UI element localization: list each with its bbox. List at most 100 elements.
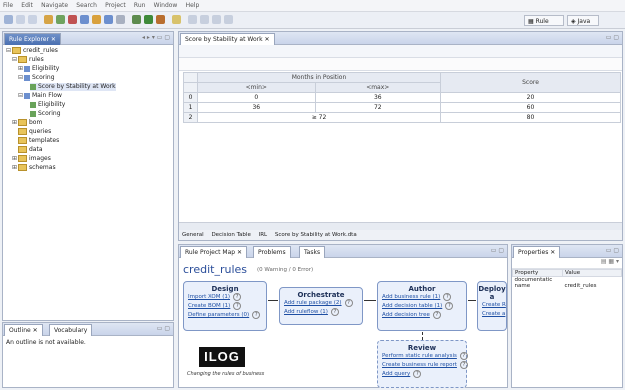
tab-rule-project-map[interactable]: Rule Project Map ✕	[180, 246, 248, 258]
table-cell[interactable]: 60	[440, 102, 621, 113]
property-value[interactable]: credit_rules	[563, 283, 622, 289]
help-icon[interactable]: ?	[459, 352, 468, 360]
tree-item-eligibility[interactable]: ⊞ Eligibility	[18, 65, 59, 73]
open-icon[interactable]	[44, 15, 53, 24]
tree-item-data[interactable]: data	[18, 146, 43, 154]
tree-item-scoring[interactable]: ⊟ Scoring	[18, 74, 55, 82]
table-row[interactable]: name credit_rules	[513, 283, 622, 289]
tab-vocabulary[interactable]: Vocabulary	[49, 324, 93, 336]
tab-score-by-stability[interactable]: Score by Stability at Work ✕	[180, 33, 275, 45]
view-controls[interactable]: ▭ ▢	[606, 34, 619, 41]
business-rule-report-link[interactable]: Create business rule report?	[378, 361, 468, 370]
column-group-header[interactable]: Months in Position	[197, 72, 441, 83]
table-cell[interactable]: 36	[314, 92, 442, 103]
flow-icon[interactable]	[92, 15, 101, 24]
tree-item-templates[interactable]: templates	[18, 137, 59, 145]
table-icon[interactable]	[68, 15, 77, 24]
define-parameters-link[interactable]: Define parameters (0)?	[184, 311, 266, 320]
score-column-header[interactable]: Score	[440, 72, 621, 93]
tab-problems[interactable]: Problems	[253, 246, 291, 258]
rule-icon[interactable]	[56, 15, 65, 24]
static-analysis-link[interactable]: Perform static rule analysis?	[378, 352, 468, 361]
help-icon[interactable]: ?	[330, 308, 339, 316]
help-icon[interactable]: ?	[445, 302, 454, 310]
table-cell[interactable]: 36	[197, 102, 316, 113]
table-row[interactable]: 1 36 72 60	[183, 102, 621, 113]
tree-icon[interactable]	[80, 15, 89, 24]
back-icon[interactable]	[212, 15, 221, 24]
tab-decision-table[interactable]: Decision Table	[208, 232, 253, 238]
save-icon[interactable]	[16, 15, 25, 24]
help-icon[interactable]: ?	[443, 293, 452, 301]
tree-item-images[interactable]: ⊞ images	[12, 155, 51, 163]
table-row[interactable]: 2 ≥ 72 80	[183, 112, 621, 123]
print-icon[interactable]	[28, 15, 37, 24]
add-decision-table-link[interactable]: Add decision table (1)?	[378, 302, 466, 311]
create-ruleapp-link[interactable]: Create R	[478, 301, 506, 310]
java-perspective-button[interactable]: ◈ Java	[567, 15, 599, 26]
help-icon[interactable]: ?	[233, 302, 242, 310]
help-icon[interactable]: ?	[432, 311, 441, 319]
view-controls[interactable]: ▭ ▢	[606, 247, 619, 254]
add-rule-package-link[interactable]: Add rule package (2)?	[280, 299, 362, 308]
tree-item-bom[interactable]: ⊞ bom	[12, 119, 42, 127]
add-decision-tree-link[interactable]: Add decision tree?	[378, 311, 466, 320]
menu-search[interactable]: Search	[73, 0, 100, 9]
min-column-header[interactable]: <min>	[197, 82, 316, 93]
debug-icon[interactable]	[132, 15, 141, 24]
help-icon[interactable]: ?	[233, 293, 242, 301]
tab-rule-explorer[interactable]: Rule Explorer ✕	[4, 33, 61, 45]
add-ruleflow-link[interactable]: Add ruleflow (1)?	[280, 308, 362, 317]
create-bom-link[interactable]: Create BOM (1)?	[184, 302, 266, 311]
edit-icon[interactable]	[172, 15, 181, 24]
tab-general[interactable]: General	[179, 232, 207, 238]
tab-irl[interactable]: IRL	[256, 232, 271, 238]
tree-item-main-flow[interactable]: ⊟ Main Flow	[18, 92, 62, 100]
help-icon[interactable]: ?	[459, 361, 468, 369]
tree-item-score-by-stability[interactable]: Score by Stability at Work	[30, 83, 116, 91]
tab-properties[interactable]: Properties ✕	[513, 246, 561, 258]
help-icon[interactable]: ?	[344, 299, 353, 307]
menu-project[interactable]: Project	[102, 0, 129, 9]
table-cell[interactable]: 20	[440, 92, 621, 103]
new-icon[interactable]	[4, 15, 13, 24]
table-row[interactable]: 0 0 36 20	[183, 92, 621, 103]
template-icon[interactable]	[116, 15, 125, 24]
annotation-icon[interactable]	[200, 15, 209, 24]
tree-item-credit-rules[interactable]: ⊟ credit_rules	[6, 47, 58, 55]
tree-item-schemas[interactable]: ⊞ schemas	[12, 164, 56, 172]
table-cell[interactable]: 80	[440, 112, 621, 123]
menu-help[interactable]: Help	[183, 0, 203, 9]
import-xom-link[interactable]: Import XOM (1)?	[184, 293, 266, 302]
menu-run[interactable]: Run	[131, 0, 149, 9]
tab-outline[interactable]: Outline ✕	[4, 324, 43, 336]
search-icon[interactable]	[188, 15, 197, 24]
help-icon[interactable]: ?	[413, 370, 422, 378]
tree-item-queries[interactable]: queries	[18, 128, 51, 136]
query-icon[interactable]	[104, 15, 113, 24]
view-controls[interactable]: ▭ ▢	[491, 247, 504, 254]
tree-item-rules[interactable]: ⊟ rules	[12, 56, 44, 64]
table-cell[interactable]: ≥ 72	[197, 112, 441, 123]
forward-icon[interactable]	[224, 15, 233, 24]
tab-tasks[interactable]: Tasks	[299, 246, 326, 258]
add-query-link[interactable]: Add query?	[378, 370, 466, 379]
add-business-rule-link[interactable]: Add business rule (1)?	[378, 293, 466, 302]
view-controls[interactable]: ▭ ▢	[157, 325, 170, 332]
tree-item-flow-scoring[interactable]: Scoring	[30, 110, 61, 118]
create-archive-link[interactable]: Create a	[478, 310, 506, 319]
run-icon[interactable]	[144, 15, 153, 24]
menu-edit[interactable]: Edit	[18, 0, 36, 9]
external-tools-icon[interactable]	[156, 15, 165, 24]
table-cell[interactable]: 72	[314, 102, 442, 113]
menu-file[interactable]: File	[0, 0, 16, 9]
menu-navigate[interactable]: Navigate	[38, 0, 71, 9]
max-column-header[interactable]: <max>	[314, 82, 442, 93]
horizontal-scrollbar[interactable]	[179, 222, 622, 230]
table-cell[interactable]: 0	[197, 92, 316, 103]
properties-toolbar[interactable]: ▤ ▦ ▾	[512, 258, 622, 269]
formula-bar[interactable]	[179, 58, 622, 71]
rule-perspective-button[interactable]: ▦ Rule	[524, 15, 564, 26]
help-icon[interactable]: ?	[252, 311, 261, 319]
tree-item-flow-eligibility[interactable]: Eligibility	[30, 101, 65, 109]
